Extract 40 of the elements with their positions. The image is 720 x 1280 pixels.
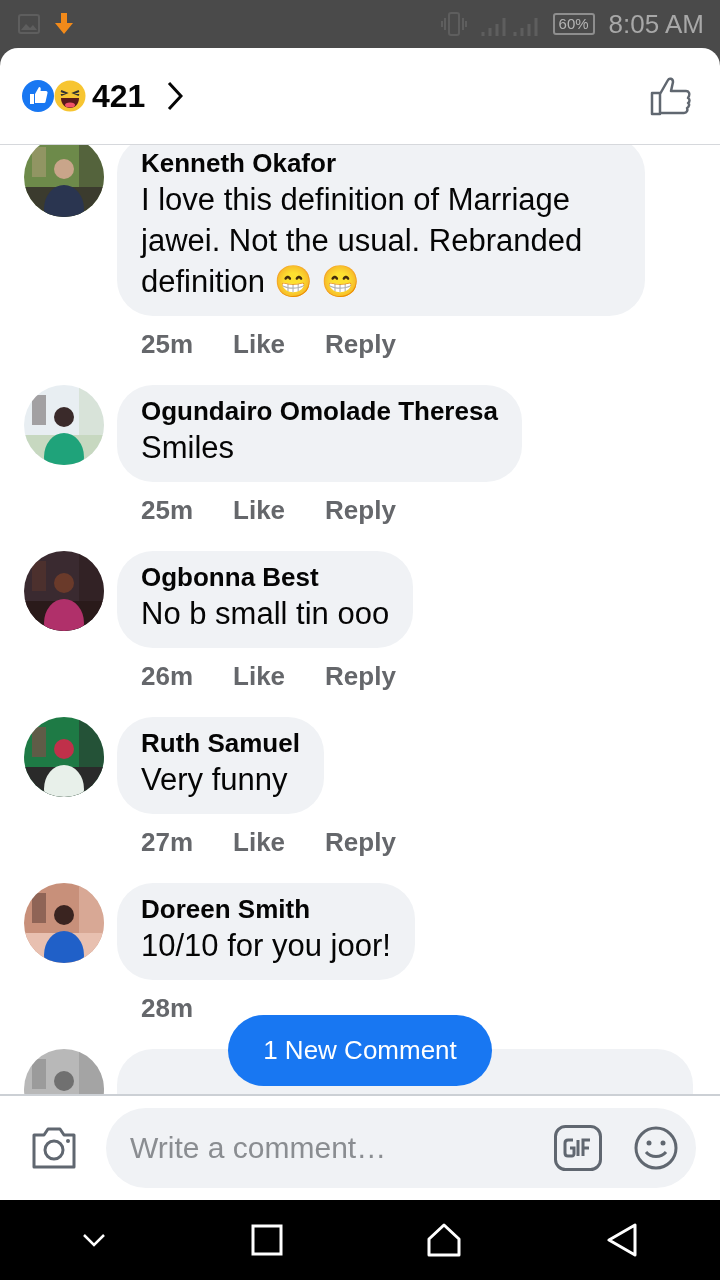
comment-time: 27m — [141, 827, 194, 857]
comment-time: 26m — [141, 661, 194, 691]
comment-input[interactable]: Write a comment… — [106, 1108, 696, 1188]
reply-link[interactable]: Reply — [325, 329, 396, 359]
comment-time: 25m — [141, 329, 194, 359]
reaction-count[interactable]: 421 — [92, 77, 146, 115]
emoji-icon[interactable] — [634, 1126, 678, 1170]
clock: 8:05 AM — [608, 8, 704, 40]
home-icon[interactable] — [427, 1223, 462, 1257]
download-icon — [54, 13, 74, 35]
back-icon[interactable] — [605, 1223, 638, 1257]
comment-author[interactable]: Ogbonna Best — [141, 561, 390, 593]
comment-text: 10/10 for you joor! — [141, 927, 391, 965]
comment-text: Smiles — [141, 429, 235, 467]
new-comment-button[interactable]: 1 New Comment — [228, 1015, 492, 1086]
chevron-down-icon[interactable] — [82, 1233, 107, 1247]
like-link[interactable]: Like — [233, 661, 286, 691]
reply-link[interactable]: Reply — [325, 827, 396, 857]
like-icon[interactable] — [650, 76, 692, 116]
like-link[interactable]: Like — [233, 329, 286, 359]
recents-icon[interactable] — [250, 1224, 283, 1256]
comment-author[interactable]: Ruth Samuel — [141, 727, 300, 759]
camera-icon[interactable] — [30, 1127, 78, 1169]
comment-time: 25m — [141, 495, 194, 525]
comment-author[interactable]: Kenneth Okafor — [141, 147, 621, 179]
comment-author[interactable]: Doreen Smith — [141, 893, 391, 925]
comment-text: No b small tin ooo — [141, 595, 390, 633]
comment-text: I love this definition of Marriage jawei. Not the usual. Rebranded definition 😁 😁 — [141, 181, 584, 301]
battery-indicator: 60% — [552, 13, 595, 35]
like-link[interactable]: Like — [233, 495, 286, 525]
reply-link[interactable]: Reply — [325, 661, 396, 691]
comment-time: 28m — [141, 993, 194, 1023]
comment-author[interactable]: Ogundairo Omolade Theresa — [141, 395, 498, 427]
like-reaction-icon — [22, 80, 54, 112]
like-link[interactable]: Like — [233, 827, 286, 857]
reply-link[interactable]: Reply — [325, 495, 396, 525]
laughing-emoji-icon — [54, 80, 86, 112]
gif-icon[interactable] — [554, 1125, 602, 1171]
comment-text: Very funny — [141, 761, 289, 799]
chevron-right-icon[interactable] — [167, 81, 184, 111]
